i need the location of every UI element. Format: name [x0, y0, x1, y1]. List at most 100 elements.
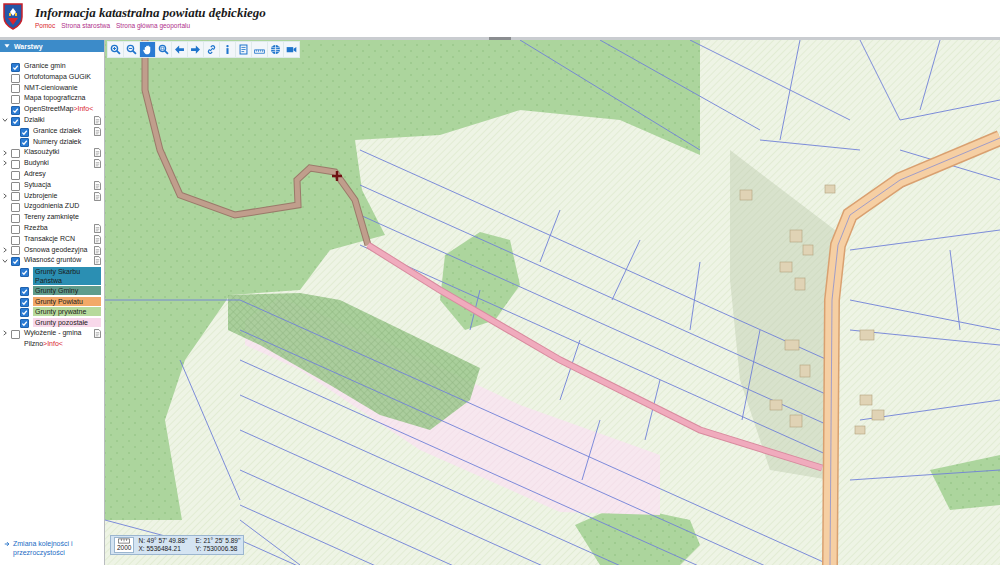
legend-document-icon[interactable]: [94, 235, 101, 244]
layer-item[interactable]: Uzgodnienia ZUD: [2, 201, 101, 212]
layer-item[interactable]: Grunty Skarbu Państwa: [2, 266, 101, 285]
layer-label[interactable]: OpenStreetMap>Info<: [24, 104, 101, 115]
zoom-window-icon[interactable]: [158, 44, 169, 55]
legend-document-icon[interactable]: [94, 127, 101, 136]
layer-label[interactable]: Granice działek: [33, 126, 92, 137]
layer-item[interactable]: Granice gmin: [2, 61, 101, 72]
layer-checkbox[interactable]: [11, 182, 20, 191]
layer-label[interactable]: Uzgodnienia ZUD: [24, 201, 101, 212]
forward-arrow-icon[interactable]: [190, 44, 201, 55]
layer-label[interactable]: Grunty Powiatu: [33, 297, 101, 306]
layer-item[interactable]: Własność gruntów: [2, 255, 101, 266]
layer-item[interactable]: Grunty Powiatu: [2, 296, 101, 307]
camera-icon[interactable]: [286, 44, 297, 55]
layer-item[interactable]: Rzeźba: [2, 223, 101, 234]
layer-checkbox[interactable]: [11, 214, 20, 223]
layer-label[interactable]: NMT-cieniowanie: [24, 83, 101, 94]
legend-document-icon[interactable]: [94, 192, 101, 201]
tool-button[interactable]: [252, 42, 267, 57]
legend-document-icon[interactable]: [94, 116, 101, 125]
layer-checkbox[interactable]: [11, 257, 20, 266]
tool-button[interactable]: [108, 42, 123, 57]
layer-item[interactable]: Mapa topograficzna: [2, 93, 101, 104]
measure-ruler-icon[interactable]: [254, 44, 265, 55]
tool-button[interactable]: [156, 42, 171, 57]
layer-checkbox[interactable]: [20, 308, 29, 317]
info-link[interactable]: >Info<: [73, 105, 93, 112]
layer-checkbox[interactable]: [11, 74, 20, 83]
layer-checkbox[interactable]: [11, 236, 20, 245]
layer-label[interactable]: Adresy: [24, 169, 101, 180]
scale[interactable]: 2000: [114, 537, 134, 553]
layer-item[interactable]: Grunty prywatne: [2, 307, 101, 318]
expand-chevron-icon[interactable]: [2, 160, 8, 166]
layer-label[interactable]: Granice gmin: [24, 61, 101, 72]
layer-label[interactable]: Osnowa geodezyjna: [24, 245, 92, 256]
map-canvas[interactable]: [105, 40, 1000, 565]
expand-chevron-icon[interactable]: [2, 150, 8, 156]
collapse-triangle-icon[interactable]: [4, 43, 10, 49]
layer-item[interactable]: Budynki: [2, 158, 101, 169]
layer-order-link[interactable]: Zmiana kolejności i przezroczystości: [0, 540, 104, 565]
layer-item[interactable]: Wyłożenie - gmina Pilzno>Info<: [2, 328, 101, 349]
back-arrow-icon[interactable]: [174, 44, 185, 55]
layer-label[interactable]: Działki: [24, 115, 92, 126]
layer-checkbox[interactable]: [20, 128, 29, 137]
layer-checkbox[interactable]: [20, 138, 29, 147]
layer-checkbox[interactable]: [11, 95, 20, 104]
layer-checkbox[interactable]: [20, 287, 29, 296]
expand-chevron-icon[interactable]: [2, 193, 8, 199]
tool-button[interactable]: [172, 42, 187, 57]
layer-label[interactable]: Grunty pozostałe: [33, 318, 101, 327]
layer-item[interactable]: OpenStreetMap>Info<: [2, 104, 101, 115]
layer-item[interactable]: Klasoużytki: [2, 147, 101, 158]
layer-item[interactable]: Uzbrojenie: [2, 191, 101, 202]
layer-item[interactable]: Adresy: [2, 169, 101, 180]
layer-label[interactable]: Grunty Gminy: [33, 286, 101, 295]
collapse-chevron-icon[interactable]: [2, 117, 8, 123]
legend-document-icon[interactable]: [94, 329, 101, 338]
layer-label[interactable]: Tereny zamknięte: [24, 212, 101, 223]
header-link[interactable]: Strona starostwa: [61, 22, 110, 30]
layer-label[interactable]: Wyłożenie - gmina Pilzno>Info<: [24, 328, 92, 349]
layer-checkbox[interactable]: [11, 203, 20, 212]
layer-item[interactable]: Osnowa geodezyjna: [2, 245, 101, 256]
layer-item[interactable]: Grunty pozostałe: [2, 317, 101, 328]
tool-button[interactable]: [220, 42, 235, 57]
tool-button[interactable]: [236, 42, 251, 57]
legend-document-icon[interactable]: [94, 159, 101, 168]
tool-button[interactable]: [284, 42, 299, 57]
expand-chevron-icon[interactable]: [2, 247, 8, 253]
globe-icon[interactable]: [270, 44, 281, 55]
layer-item[interactable]: Ortofotomapa GUGiK: [2, 72, 101, 83]
layer-label[interactable]: Budynki: [24, 158, 92, 169]
layer-checkbox[interactable]: [11, 63, 20, 72]
layer-item[interactable]: Grunty Gminy: [2, 285, 101, 296]
header-link[interactable]: Strona główna geoportalu: [116, 22, 190, 30]
layer-checkbox[interactable]: [11, 246, 20, 255]
layer-checkbox[interactable]: [11, 84, 20, 93]
layer-label[interactable]: Rzeźba: [24, 223, 92, 234]
legend-document-icon[interactable]: [94, 224, 101, 233]
zoom-out-icon[interactable]: [126, 44, 137, 55]
layer-label[interactable]: Ortofotomapa GUGiK: [24, 72, 101, 83]
zoom-in-icon[interactable]: [110, 44, 121, 55]
layer-label[interactable]: Grunty Skarbu Państwa: [33, 267, 101, 285]
map-view[interactable]: 2000 N: 49° 57' 49.88'' E: 21° 25' 5.89'…: [105, 40, 1000, 565]
layer-checkbox[interactable]: [11, 117, 20, 126]
layer-item[interactable]: Granice działek: [2, 126, 101, 137]
tool-button[interactable]: [188, 42, 203, 57]
layer-checkbox[interactable]: [11, 160, 20, 169]
layer-item[interactable]: Sytuacja: [2, 180, 101, 191]
legend-document-icon[interactable]: [94, 148, 101, 157]
link-icon[interactable]: [206, 44, 217, 55]
tool-button[interactable]: [204, 42, 219, 57]
legend-document-icon[interactable]: [94, 181, 101, 190]
layer-checkbox[interactable]: [20, 298, 29, 307]
info-icon[interactable]: [222, 44, 233, 55]
layer-checkbox[interactable]: [11, 330, 20, 339]
layer-label[interactable]: Sytuacja: [24, 180, 92, 191]
layer-checkbox[interactable]: [20, 319, 29, 328]
tool-button[interactable]: [140, 42, 155, 57]
tool-button[interactable]: [124, 42, 139, 57]
